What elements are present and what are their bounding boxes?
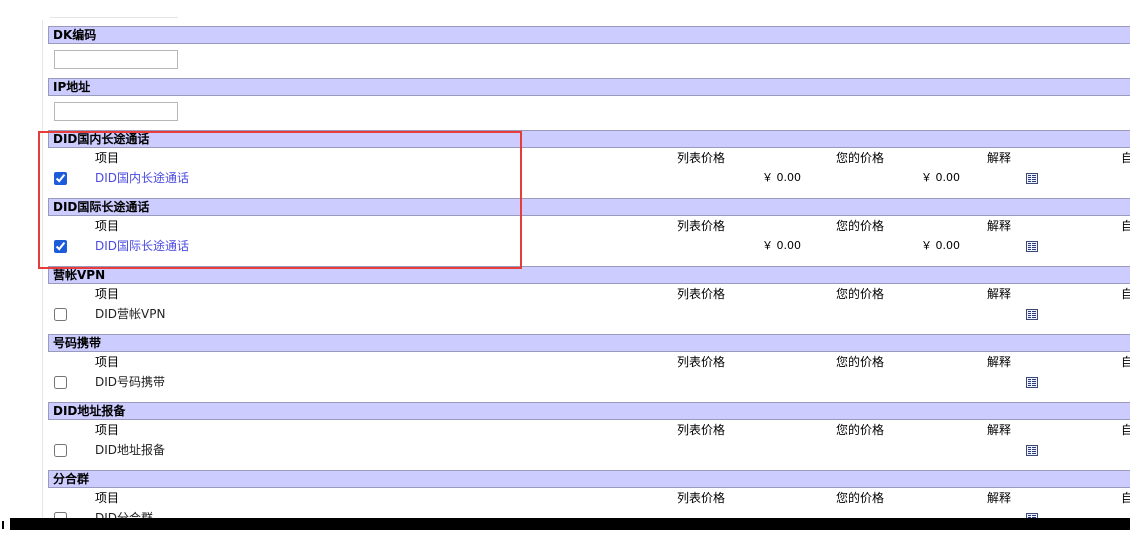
column-header-row: 项目 列表价格 您的价格 解释 自 — [48, 352, 1130, 372]
info-icon[interactable] — [1026, 445, 1038, 456]
info-icon[interactable] — [1026, 241, 1038, 252]
column-explain: 解释 — [987, 491, 1012, 505]
section-header-domestic-long-distance: DID国内长途通话 — [48, 130, 1130, 148]
column-item: 项目 — [95, 151, 120, 165]
left-divider — [42, 20, 43, 520]
ip-address-input[interactable] — [54, 102, 178, 121]
column-item: 项目 — [95, 287, 120, 301]
top-divider — [50, 17, 178, 18]
your-price-value: ￥ 0.00 — [921, 239, 960, 252]
service-name: DID营帐VPN — [95, 307, 166, 321]
section-body-address-registration: 项目 列表价格 您的价格 解释 自 DID地址报备 — [48, 420, 1130, 470]
section-body-split-merge-group: 项目 列表价格 您的价格 解释 自 DID分合群 — [48, 488, 1130, 538]
service-name: DID号码携带 — [95, 375, 166, 389]
column-list-price: 列表价格 — [677, 151, 726, 165]
column-item: 项目 — [95, 423, 120, 437]
taskbar-marker — [2, 521, 4, 529]
column-item: 项目 — [95, 491, 120, 505]
column-header-row: 项目 列表价格 您的价格 解释 自 — [48, 420, 1130, 440]
column-explain: 解释 — [987, 219, 1012, 233]
column-your-price: 您的价格 — [836, 287, 885, 301]
column-header-row: 项目 列表价格 您的价格 解释 自 — [48, 148, 1130, 168]
column-list-price: 列表价格 — [677, 423, 726, 437]
column-list-price: 列表价格 — [677, 355, 726, 369]
service-form: DK编码 IP地址 DID国内长途通话 项目 列表价格 您的价格 解释 自 DI… — [48, 26, 1130, 538]
dk-code-area — [48, 44, 1130, 78]
column-header-row: 项目 列表价格 您的价格 解释 自 — [48, 488, 1130, 508]
section-header-address-registration: DID地址报备 — [48, 402, 1130, 420]
service-checkbox[interactable] — [54, 376, 67, 389]
column-explain: 解释 — [987, 423, 1012, 437]
service-checkbox[interactable] — [54, 240, 67, 253]
ip-address-area — [48, 96, 1130, 130]
section-body-domestic-long-distance: 项目 列表价格 您的价格 解释 自 DID国内长途通话 ￥ 0.00 ￥ 0.0… — [48, 148, 1130, 198]
section-header-billing-vpn: 营帐VPN — [48, 266, 1130, 284]
column-explain: 解释 — [987, 355, 1012, 369]
column-list-price: 列表价格 — [677, 287, 726, 301]
column-list-price: 列表价格 — [677, 491, 726, 505]
info-icon[interactable] — [1026, 309, 1038, 320]
dk-code-header: DK编码 — [48, 26, 1130, 44]
column-your-price: 您的价格 — [836, 151, 885, 165]
column-header-row: 项目 列表价格 您的价格 解释 自 — [48, 284, 1130, 304]
section-header-number-portability: 号码携带 — [48, 334, 1130, 352]
section-body-international-long-distance: 项目 列表价格 您的价格 解释 自 DID国际长途通话 ￥ 0.00 ￥ 0.0… — [48, 216, 1130, 266]
column-your-price: 您的价格 — [836, 219, 885, 233]
column-auto: 自 — [1121, 491, 1130, 505]
column-your-price: 您的价格 — [836, 423, 885, 437]
column-item: 项目 — [95, 219, 120, 233]
column-auto: 自 — [1121, 287, 1130, 301]
info-icon[interactable] — [1026, 377, 1038, 388]
service-row: DID地址报备 — [48, 440, 1130, 460]
column-auto: 自 — [1121, 423, 1130, 437]
service-row: DID国际长途通话 ￥ 0.00 ￥ 0.00 — [48, 236, 1130, 256]
column-auto: 自 — [1121, 151, 1130, 165]
column-auto: 自 — [1121, 355, 1130, 369]
column-item: 项目 — [95, 355, 120, 369]
service-checkbox[interactable] — [54, 444, 67, 457]
list-price-value: ￥ 0.00 — [762, 171, 801, 184]
service-name: DID地址报备 — [95, 443, 166, 457]
column-your-price: 您的价格 — [836, 491, 885, 505]
section-body-number-portability: 项目 列表价格 您的价格 解释 自 DID号码携带 — [48, 352, 1130, 402]
section-body-billing-vpn: 项目 列表价格 您的价格 解释 自 DID营帐VPN — [48, 284, 1130, 334]
section-header-international-long-distance: DID国际长途通话 — [48, 198, 1130, 216]
column-auto: 自 — [1121, 219, 1130, 233]
taskbar — [0, 518, 1130, 530]
ip-address-header: IP地址 — [48, 78, 1130, 96]
service-checkbox[interactable] — [54, 308, 67, 321]
service-row: DID营帐VPN — [48, 304, 1130, 324]
column-header-row: 项目 列表价格 您的价格 解释 自 — [48, 216, 1130, 236]
column-explain: 解释 — [987, 287, 1012, 301]
service-checkbox[interactable] — [54, 172, 67, 185]
your-price-value: ￥ 0.00 — [921, 171, 960, 184]
column-list-price: 列表价格 — [677, 219, 726, 233]
service-row: DID号码携带 — [48, 372, 1130, 392]
column-your-price: 您的价格 — [836, 355, 885, 369]
section-header-split-merge-group: 分合群 — [48, 470, 1130, 488]
dk-code-input[interactable] — [54, 50, 178, 69]
service-name-link[interactable]: DID国际长途通话 — [95, 236, 189, 256]
service-name-link[interactable]: DID国内长途通话 — [95, 168, 189, 188]
column-explain: 解释 — [987, 151, 1012, 165]
service-row: DID国内长途通话 ￥ 0.00 ￥ 0.00 — [48, 168, 1130, 188]
list-price-value: ￥ 0.00 — [762, 239, 801, 252]
info-icon[interactable] — [1026, 173, 1038, 184]
